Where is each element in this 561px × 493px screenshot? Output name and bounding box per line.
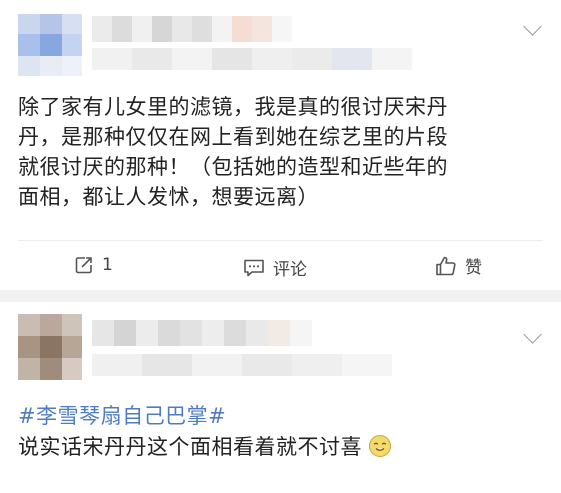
smiling-face-emoji-icon [369, 435, 391, 457]
repost-button[interactable]: 1 [74, 255, 113, 275]
post-content-line: 就很讨厌的那种！（包括她的造型和近些年的 [18, 155, 448, 179]
action-bar: 1 评论 赞 [0, 247, 561, 283]
thumbs-up-icon [436, 256, 456, 275]
post-content-line: 丹，是那种仅仅在网上看到她在综艺里的片段 [18, 125, 448, 149]
like-button[interactable]: 赞 [435, 253, 482, 278]
blurred-post-meta [92, 48, 412, 70]
divider [18, 240, 543, 241]
post-content: 说实话宋丹丹这个面相看着就不讨喜 [18, 431, 392, 461]
weibo-post-1: 除了家有儿女里的滤镜，我是真的很讨厌宋丹 丹，是那种仅仅在网上看到她在综艺里的片… [0, 0, 561, 290]
blurred-post-meta [92, 354, 392, 376]
post-content-line: 面相，都让人发怵，想要远离） [18, 185, 319, 209]
avatar[interactable] [18, 14, 82, 76]
blurred-username[interactable] [92, 320, 312, 346]
blurred-username[interactable] [92, 16, 292, 42]
hashtag-topic-link[interactable]: #李雪琴扇自己巴掌# [18, 400, 226, 430]
repost-count: 1 [102, 255, 113, 275]
like-label: 赞 [465, 258, 482, 278]
chevron-down-icon[interactable] [523, 17, 542, 36]
post-content-line: 除了家有儿女里的滤镜，我是真的很讨厌宋丹 [18, 95, 448, 119]
comment-icon [244, 259, 264, 276]
post-separator [0, 290, 561, 302]
comment-label: 评论 [273, 260, 307, 280]
avatar[interactable] [18, 314, 82, 380]
chevron-down-icon[interactable] [523, 325, 542, 344]
repost-icon [75, 257, 92, 274]
comment-button[interactable]: 评论 [243, 255, 307, 280]
post-content: 除了家有儿女里的滤镜，我是真的很讨厌宋丹 丹，是那种仅仅在网上看到她在综艺里的片… [18, 92, 448, 212]
post-content-text: 说实话宋丹丹这个面相看着就不讨喜 [18, 435, 362, 459]
weibo-post-2: #李雪琴扇自己巴掌# 说实话宋丹丹这个面相看着就不讨喜 [0, 302, 561, 493]
